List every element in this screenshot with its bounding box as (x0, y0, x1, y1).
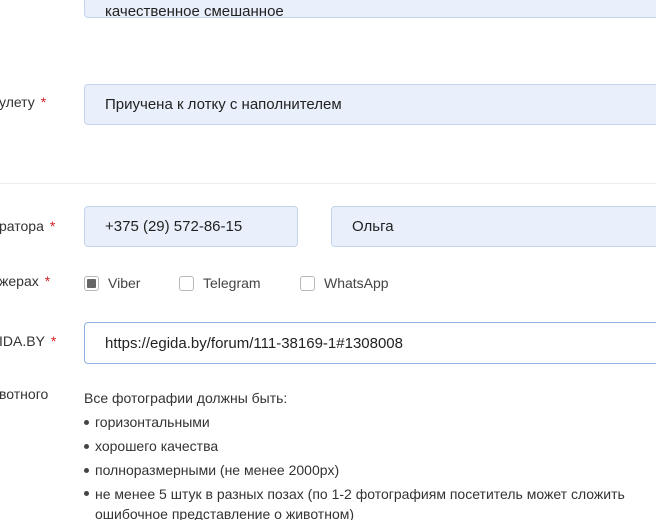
curator-label-text: ратора (0, 218, 44, 234)
photos-label-text: вотного (0, 386, 49, 402)
viber-checkbox-item[interactable]: Viber (84, 275, 140, 291)
photos-label: вотного (0, 386, 48, 402)
required-mark: * (49, 218, 56, 234)
section-divider (0, 183, 656, 184)
phone-field-value: +375 (29) 572-86-15 (105, 218, 243, 235)
whatsapp-label: WhatsApp (324, 275, 389, 291)
curator-label: ратора * (0, 218, 55, 234)
egida-label: IDA.BY * (0, 333, 56, 349)
required-mark: * (44, 273, 51, 289)
list-item: горизонтальными (84, 410, 656, 434)
telegram-label: Telegram (203, 275, 261, 291)
egida-link-field[interactable]: https://egida.by/forum/111-38169-1#13080… (84, 322, 656, 364)
breed-field[interactable]: качественное смешанное (84, 0, 656, 18)
curator-name-value: Ольга (352, 218, 394, 235)
photo-requirements-list: горизонтальными хорошего качества полнор… (84, 410, 656, 520)
curator-name-field[interactable]: Ольга (331, 206, 656, 247)
telegram-checkbox-item[interactable]: Telegram (179, 275, 261, 291)
required-mark: * (40, 94, 47, 110)
viber-checkbox[interactable] (84, 275, 99, 291)
egida-label-text: IDA.BY (0, 333, 45, 349)
photo-requirements-intro: Все фотографии должны быть: (84, 390, 288, 406)
list-item: не менее 5 штук в разных позах (по 1-2 ф… (84, 482, 656, 520)
toilet-field[interactable]: Приучена к лотку с наполнителем (84, 84, 656, 125)
messengers-label-text: жерах (0, 273, 39, 289)
form-page: качественное смешанное улету * Приучена к… (0, 0, 656, 520)
list-item: полноразмерными (не менее 2000px) (84, 458, 656, 482)
egida-link-value: https://egida.by/forum/111-38169-1#13080… (105, 334, 403, 352)
photo-requirements: Все фотографии должны быть: горизонтальн… (84, 386, 656, 520)
breed-field-value: качественное смешанное (105, 2, 284, 18)
list-item: хорошего качества (84, 434, 656, 458)
whatsapp-checkbox[interactable] (300, 275, 315, 291)
whatsapp-checkbox-item[interactable]: WhatsApp (300, 275, 389, 291)
toilet-label: улету * (0, 94, 46, 110)
required-mark: * (50, 333, 57, 349)
messengers-label: жерах * (0, 273, 50, 289)
telegram-checkbox[interactable] (179, 275, 194, 291)
viber-label: Viber (108, 275, 141, 291)
toilet-field-value: Приучена к лотку с наполнителем (105, 96, 342, 113)
phone-field[interactable]: +375 (29) 572-86-15 (84, 206, 298, 247)
toilet-label-text: улету (0, 94, 35, 110)
